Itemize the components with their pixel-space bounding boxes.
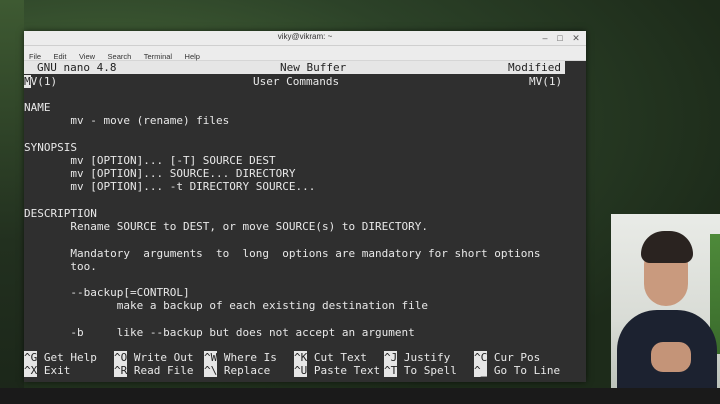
shortcut-key: ^G: [24, 351, 38, 364]
description-line: Rename SOURCE to DEST, or move SOURCE(s)…: [24, 220, 428, 233]
shortcut-paste-text[interactable]: ^U Paste Text: [294, 364, 380, 377]
shortcut-key: ^\: [204, 364, 218, 377]
shortcut-exit[interactable]: ^X Exit: [24, 364, 70, 377]
shortcut-label: Get Help: [37, 351, 97, 364]
name-text: mv - move (rename) files: [24, 114, 230, 127]
bottom-bar: [0, 388, 720, 404]
window-title: viky@vikram: ~: [277, 32, 333, 41]
nano-version: GNU nano 4.8: [37, 61, 117, 74]
text-cursor: M: [24, 75, 31, 88]
shortcut-key: ^J: [384, 351, 398, 364]
option-backup: --backup[=CONTROL]: [24, 286, 190, 299]
menu-bar: File Edit View Search Terminal Help: [24, 46, 586, 61]
shortcut-label: Cut Text: [307, 351, 367, 364]
shortcut-label: Justify: [397, 351, 451, 364]
title-bar: viky@vikram: ~ – □ ✕: [24, 31, 586, 46]
description-heading: DESCRIPTION: [24, 207, 97, 220]
shortcut-key: ^T: [384, 364, 398, 377]
minimize-button[interactable]: –: [539, 32, 551, 44]
maximize-button[interactable]: □: [554, 32, 566, 44]
shortcut-key: ^_: [474, 364, 488, 377]
shortcut-key: ^O: [114, 351, 128, 364]
option-backup-desc: make a backup of each existing destinati…: [24, 299, 428, 312]
shortcut-label: Replace: [217, 364, 271, 377]
buffer-name: New Buffer: [280, 61, 347, 74]
man-header-left: MV(1): [24, 75, 57, 88]
description-line: too.: [24, 260, 97, 273]
synopsis-line: mv [OPTION]... SOURCE... DIRECTORY: [24, 167, 296, 180]
option-b: -b like --backup but does not accept an …: [24, 326, 415, 339]
shortcut-read-file[interactable]: ^R Read File: [114, 364, 193, 377]
shortcut-key: ^X: [24, 364, 38, 377]
shortcut-key: ^W: [204, 351, 218, 364]
synopsis-line: mv [OPTION]... [-T] SOURCE DEST: [24, 154, 276, 167]
terminal-screen[interactable]: GNU nano 4.8 New Buffer Modified MV(1) U…: [24, 61, 586, 382]
shortcut-label: Where Is: [217, 351, 277, 364]
buffer-state: Modified: [508, 61, 561, 74]
shortcut-label: Exit: [37, 364, 71, 377]
man-header-right: MV(1): [529, 75, 563, 88]
shortcut-key: ^K: [294, 351, 308, 364]
shortcut-go-to-line[interactable]: ^_ Go To Line: [474, 364, 560, 377]
synopsis-line: mv [OPTION]... -t DIRECTORY SOURCE...: [24, 180, 316, 193]
presenter-hair: [641, 231, 693, 263]
shortcut-cut-text[interactable]: ^K Cut Text: [294, 351, 367, 364]
shortcut-cur-pos[interactable]: ^C Cur Pos: [474, 351, 540, 364]
webcam-overlay: [611, 214, 720, 388]
shortcut-justify[interactable]: ^J Justify: [384, 351, 450, 364]
shortcut-key: ^U: [294, 364, 308, 377]
desktop-edge: [0, 0, 24, 404]
presenter-hand: [651, 342, 691, 372]
shortcut-replace[interactable]: ^\ Replace: [204, 364, 270, 377]
synopsis-heading: SYNOPSIS: [24, 141, 77, 154]
shortcut-label: To Spell: [397, 364, 457, 377]
man-header-center: User Commands: [253, 75, 340, 88]
terminal-window: viky@vikram: ~ – □ ✕ File Edit View Sear…: [24, 31, 586, 382]
close-button[interactable]: ✕: [570, 32, 582, 44]
shortcut-label: Go To Line: [487, 364, 561, 377]
man-header-left-rest: V(1): [30, 75, 58, 88]
shortcut-label: Write Out: [127, 351, 194, 364]
nano-header-bar: GNU nano 4.8 New Buffer Modified: [24, 61, 565, 74]
shortcut-get-help[interactable]: ^G Get Help: [24, 351, 97, 364]
shortcut-label: Paste Text: [307, 364, 381, 377]
shortcut-key: ^C: [474, 351, 488, 364]
shortcut-key: ^R: [114, 364, 128, 377]
shortcut-where-is[interactable]: ^W Where Is: [204, 351, 277, 364]
shortcut-label: Read File: [127, 364, 194, 377]
shortcut-label: Cur Pos: [487, 351, 541, 364]
shortcut-to-spell[interactable]: ^T To Spell: [384, 364, 457, 377]
name-heading: NAME: [24, 101, 51, 114]
shortcut-write-out[interactable]: ^O Write Out: [114, 351, 193, 364]
description-line: Mandatory arguments to long options are …: [24, 247, 541, 260]
